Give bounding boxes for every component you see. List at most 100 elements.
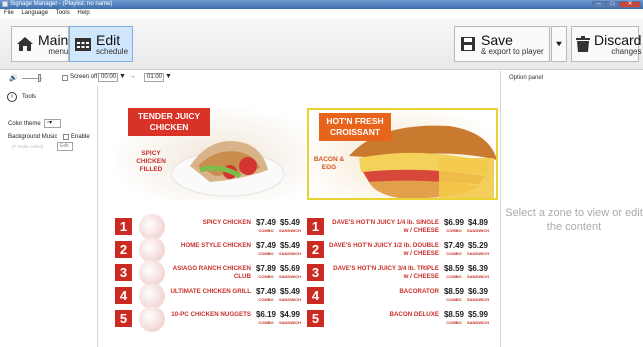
hero-right-banner: HOT'N FRESH CROISSANT [319, 113, 391, 141]
item-thumbnail [139, 306, 165, 332]
hero-left-text: SPICY CHICKEN FILLED [136, 150, 166, 173]
left-item-row: 5 10-PC CHICKEN NUGGETS $6.19 COMBO $4.99 SAN… [115, 306, 305, 332]
music-mode-label: (F mode on/list) [12, 144, 44, 149]
item-combo-label: COMBO [258, 297, 274, 302]
window-title: Signage Manager - (Playlist: no name) [10, 1, 113, 7]
item-list-right[interactable]: 1 DAVE'S HOT'N JUICY 1/4 lb. SINGLE w / C… [307, 218, 498, 330]
chicken-wrap-image [171, 141, 285, 197]
trash-icon [576, 35, 590, 53]
item-number-badge: 5 [307, 310, 324, 327]
item-name: DAVE'S HOT'N JUICY 3/4 lb. TRIPLE w / CH… [333, 265, 439, 280]
close-button[interactable]: ✕ [619, 1, 641, 8]
left-item-row: 1 SPICY CHICKEN $7.49 COMBO $5.49 SANDWICH [115, 214, 305, 240]
item-combo-label: COMBO [258, 228, 274, 233]
item-sandwich-price: $5.69 [279, 264, 301, 273]
item-combo-label: COMBO [258, 320, 274, 325]
enable-label: Enable [71, 134, 90, 140]
item-number-badge: 3 [307, 264, 324, 281]
maximize-button[interactable]: □ [606, 1, 619, 8]
chevron-left-icon[interactable]: ‹ [7, 92, 17, 102]
volume-icon[interactable]: 🔊 [9, 74, 18, 82]
option-panel-message: Select a zone to view or edit the conten… [505, 207, 643, 233]
item-sandwich-price: $5.49 [279, 241, 301, 250]
menu-language[interactable]: Language [21, 10, 48, 16]
edit-schedule-button[interactable]: Edit schedule [69, 26, 133, 62]
item-sandwich-price: $4.89 [467, 218, 489, 227]
main-label: Main [38, 31, 69, 48]
hero-zone-left[interactable]: TENDER JUICY CHICKEN SPICY CHICKEN FILLE… [115, 108, 305, 200]
item-name: SPICY CHICKEN [202, 219, 251, 226]
screen-off-checkbox[interactable] [62, 75, 68, 81]
right-item-row: 4 BACORATOR $8.59 COMBO $6.39 SANDWICH [307, 287, 498, 305]
menu-help[interactable]: Help [77, 10, 89, 16]
right-item-row: 2 DAVE'S HOT'N JUICY 1/2 lb. DOUBLE w / C… [307, 241, 498, 259]
item-sandwich-price: $5.49 [279, 287, 301, 296]
item-list-left[interactable]: 1 SPICY CHICKEN $7.49 COMBO $5.49 SANDWICH 2 HO… [115, 214, 305, 332]
title-bar: Signage Manager - (Playlist: no name) [0, 0, 643, 9]
hero-zone-right[interactable]: HOT'N FRESH CROISSANT BACON & EGG [307, 108, 498, 200]
calendar-icon [74, 35, 92, 53]
item-combo-price: $6.99 [443, 218, 465, 227]
color-theme-select[interactable]: ▫▾ [44, 119, 61, 128]
item-name: BACON DELUXE [389, 311, 439, 318]
time-to-input[interactable]: 01:00 [144, 73, 164, 82]
save-options-dropdown[interactable] [551, 26, 567, 62]
item-sandwich-price: $4.99 [279, 310, 301, 319]
item-sandwich-label: SANDWICH [279, 320, 301, 325]
item-number-badge: 3 [115, 264, 132, 281]
hero-left-banner: TENDER JUICY CHICKEN [128, 108, 210, 136]
item-number-badge: 2 [307, 241, 324, 258]
item-combo-price: $7.49 [255, 218, 277, 227]
minimize-button[interactable]: – [592, 1, 606, 8]
item-name: BACORATOR [399, 288, 439, 295]
signage-canvas[interactable]: TENDER JUICY CHICKEN SPICY CHICKEN FILLE… [110, 108, 500, 332]
item-combo-price: $7.49 [443, 241, 465, 250]
item-sandwich-price: $5.29 [467, 241, 489, 250]
tools-sidebar: ‹ Tools Color theme ▫▾ Background Music … [0, 86, 98, 347]
app-icon [2, 1, 8, 7]
item-combo-price: $7.49 [255, 287, 277, 296]
item-sandwich-label: SANDWICH [279, 251, 301, 256]
volume-slider-handle[interactable] [38, 74, 41, 82]
hero-right-text: BACON & EGG [313, 156, 345, 171]
discard-label: Discard [594, 31, 642, 48]
item-sandwich-price: $5.99 [467, 310, 489, 319]
right-item-row: 5 BACON DELUXE $8.59 COMBO $5.99 SANDWICH [307, 310, 498, 328]
item-number-badge: 1 [307, 218, 324, 235]
save-export-button[interactable]: Save & export to player [454, 26, 550, 62]
time-to-dropdown[interactable]: ▼ [165, 73, 172, 80]
main-menu-button[interactable]: Main menu [11, 26, 69, 62]
item-sandwich-label: SANDWICH [467, 228, 489, 233]
left-item-row: 4 ULTIMATE CHICKEN GRILL $7.49 COMBO $5.49 SA… [115, 283, 305, 309]
item-combo-label: COMBO [446, 228, 462, 233]
menu-file[interactable]: File [4, 10, 14, 16]
item-combo-label: COMBO [446, 251, 462, 256]
menu-tools[interactable]: Tools [56, 10, 70, 16]
item-combo-price: $7.49 [255, 241, 277, 250]
item-combo-label: COMBO [446, 320, 462, 325]
discard-changes-button[interactable]: Discard changes [571, 26, 642, 62]
edit-label: Edit [96, 31, 121, 48]
time-from-dropdown[interactable]: ▼ [119, 73, 126, 80]
right-item-row: 1 DAVE'S HOT'N JUICY 1/4 lb. SINGLE w / C… [307, 218, 498, 236]
option-panel-title: Option panel [509, 75, 544, 81]
color-theme-label: Color theme [8, 121, 41, 127]
music-edit-button[interactable]: Edit [57, 142, 73, 151]
item-sandwich-label: SANDWICH [467, 274, 489, 279]
item-combo-label: COMBO [258, 251, 274, 256]
save-icon [459, 35, 477, 53]
main-sublabel: menu [48, 46, 69, 56]
item-sandwich-label: SANDWICH [279, 228, 301, 233]
item-sandwich-label: SANDWICH [467, 297, 489, 302]
item-sandwich-label: SANDWICH [279, 297, 301, 302]
item-combo-label: COMBO [446, 297, 462, 302]
time-from-input[interactable]: 00:00 [98, 73, 118, 82]
item-combo-price: $7.89 [255, 264, 277, 273]
left-item-row: 2 HOME STYLE CHICKEN $7.49 COMBO $5.49 SANDWI… [115, 237, 305, 263]
item-number-badge: 5 [115, 310, 132, 327]
item-combo-price: $6.19 [255, 310, 277, 319]
left-item-row: 3 ASIAGO RANCH CHICKEN CLUB $7.89 COMBO $5.6… [115, 260, 305, 286]
enable-music-checkbox[interactable] [63, 134, 69, 140]
item-name: 10-PC CHICKEN NUGGETS [171, 311, 251, 318]
item-sandwich-price: $6.39 [467, 264, 489, 273]
